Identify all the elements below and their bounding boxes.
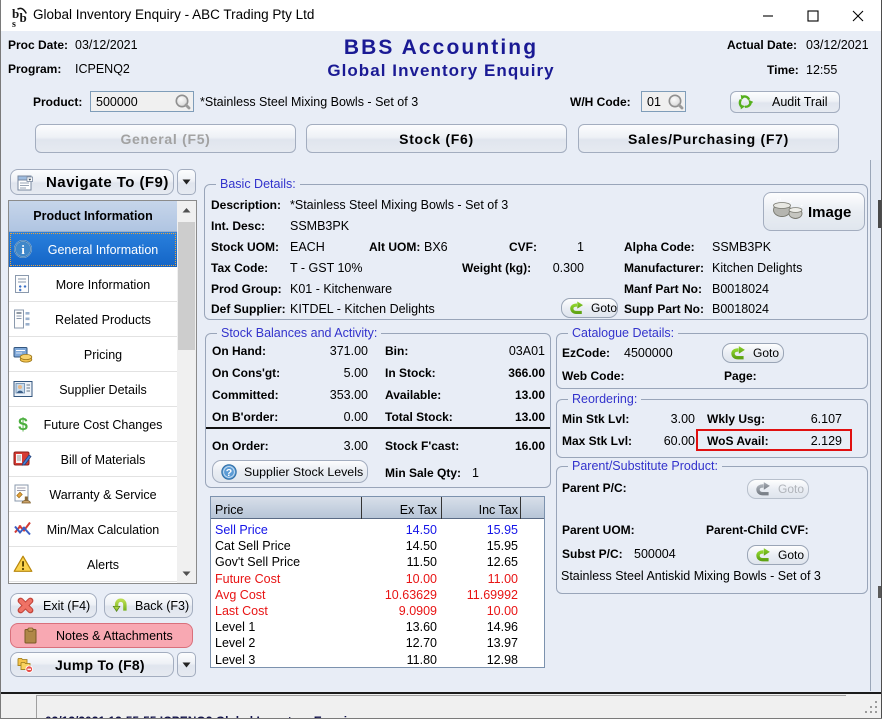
svg-text:i: i	[21, 242, 25, 257]
svg-text:s: s	[12, 19, 16, 27]
svg-text:$: $	[18, 414, 28, 434]
svg-text:?: ?	[226, 467, 232, 479]
